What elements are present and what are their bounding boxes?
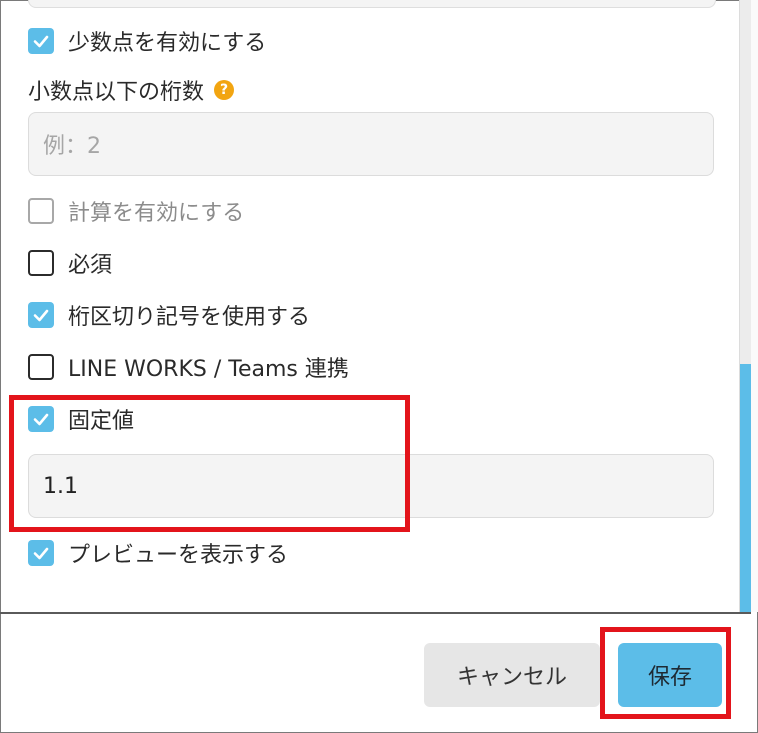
check-icon xyxy=(33,35,49,48)
preview-row[interactable]: プレビューを表示する xyxy=(28,536,288,570)
lineworks-teams-checkbox[interactable] xyxy=(28,354,54,380)
help-icon[interactable]: ? xyxy=(214,80,235,100)
calculation-checkbox[interactable] xyxy=(28,198,54,224)
decimal-enabled-row[interactable]: 少数点を有効にする xyxy=(28,24,266,58)
check-icon xyxy=(33,547,49,560)
thousands-separator-row[interactable]: 桁区切り記号を使用する xyxy=(28,298,310,332)
decimal-places-section: 小数点以下の桁数 ? xyxy=(28,74,235,106)
required-checkbox[interactable] xyxy=(28,250,54,276)
decimal-places-input[interactable]: 例：2 xyxy=(28,112,714,176)
highlight-box-fixed-value xyxy=(9,395,410,532)
required-label: 必須 xyxy=(68,253,113,278)
calculation-label: 計算を有効にする xyxy=(68,201,245,226)
lineworks-teams-row[interactable]: LINE WORKS / Teams 連携 xyxy=(28,350,349,384)
previous-input-field[interactable] xyxy=(28,0,716,8)
highlight-box-save xyxy=(600,627,731,719)
decimal-enabled-checkbox[interactable] xyxy=(28,28,54,54)
footer-divider xyxy=(0,612,751,614)
preview-label: プレビューを表示する xyxy=(68,543,289,568)
calculation-row[interactable]: 計算を有効にする xyxy=(28,194,244,228)
cancel-button[interactable]: キャンセル xyxy=(424,643,600,707)
background-edge xyxy=(751,0,758,612)
preview-checkbox[interactable] xyxy=(28,540,54,566)
required-row[interactable]: 必須 xyxy=(28,246,112,280)
decimal-places-placeholder: 例：2 xyxy=(43,134,101,159)
lineworks-teams-label: LINE WORKS / Teams 連携 xyxy=(68,357,349,382)
decimal-places-label: 小数点以下の桁数 xyxy=(28,80,205,105)
decimal-enabled-label: 少数点を有効にする xyxy=(68,31,267,56)
check-icon xyxy=(33,309,49,322)
thousands-separator-checkbox[interactable] xyxy=(28,302,54,328)
thousands-separator-label: 桁区切り記号を使用する xyxy=(68,305,311,330)
